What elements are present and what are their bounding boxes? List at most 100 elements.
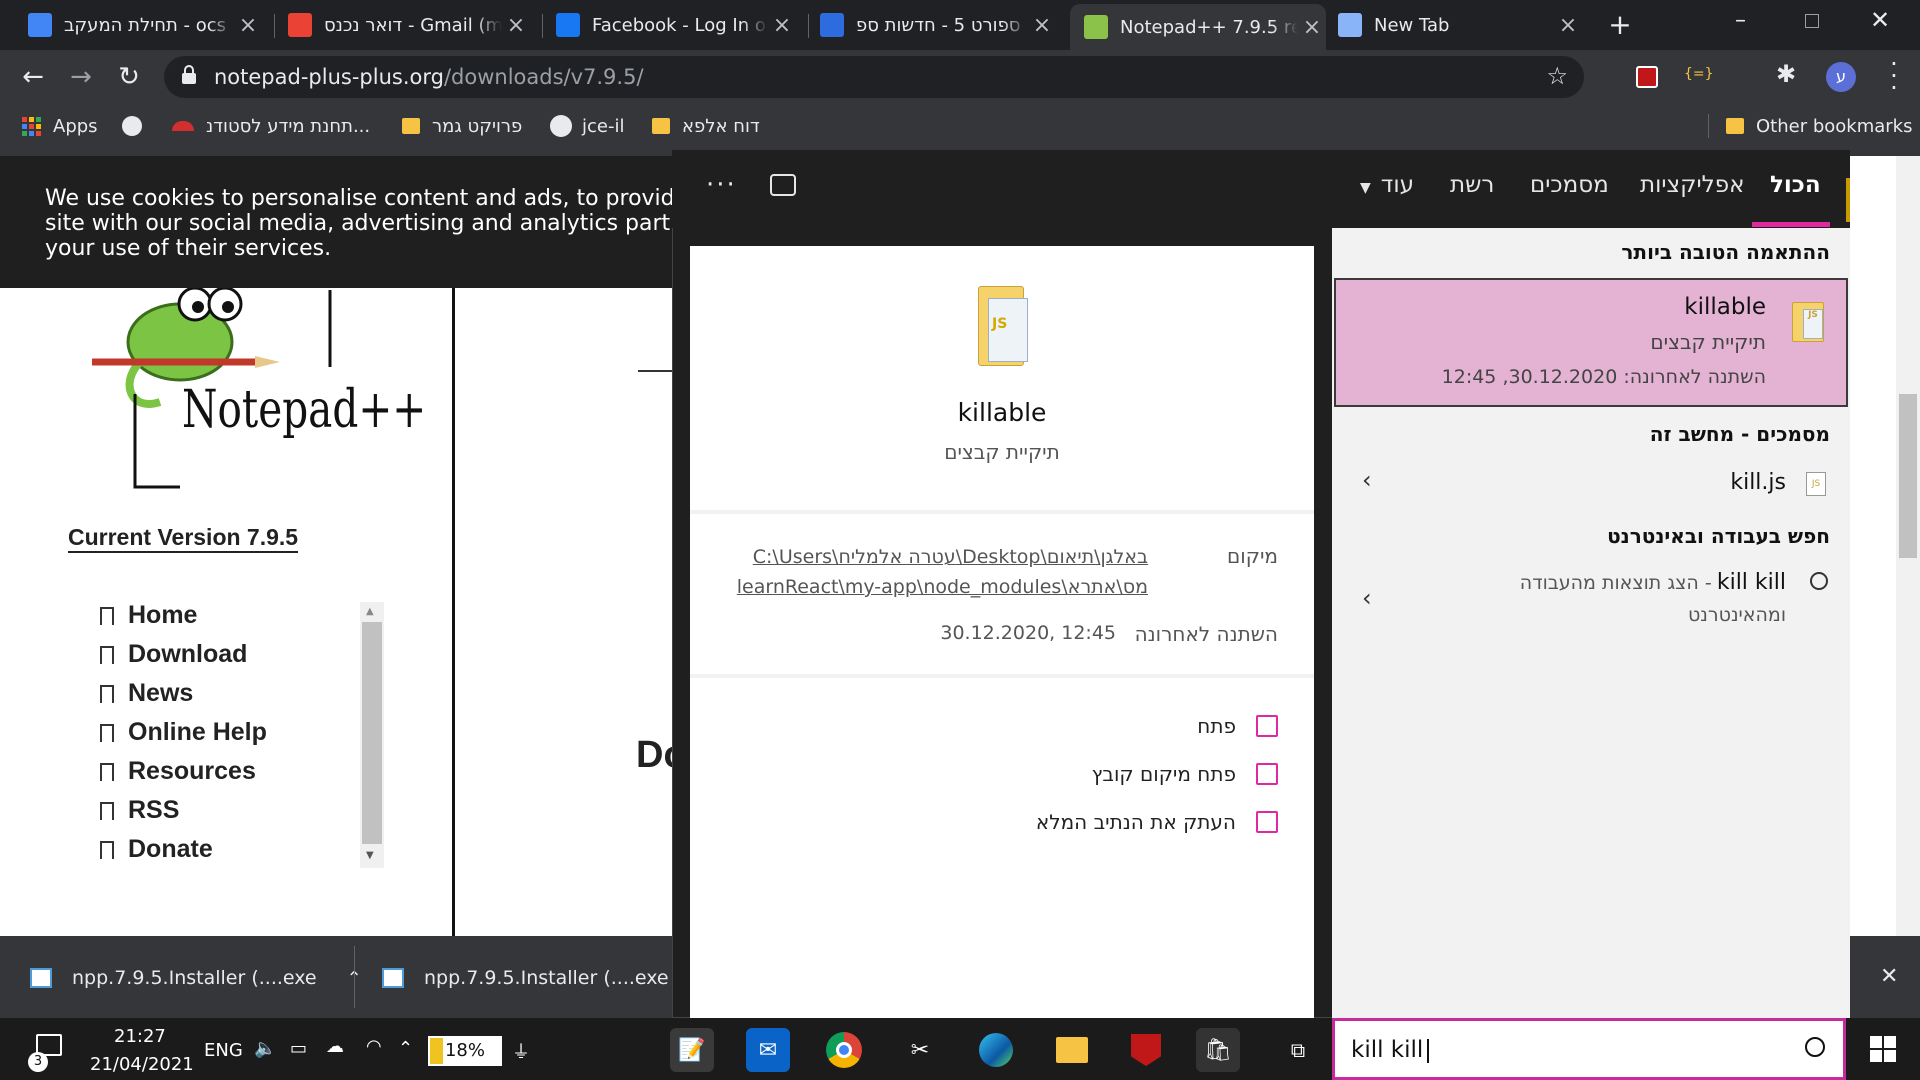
download-item[interactable]: npp.7.9.5.Installer (....exe ⌃ xyxy=(382,955,714,1001)
reload-button[interactable]: ↻ xyxy=(108,56,150,98)
logo-text: Notepad++ xyxy=(182,380,427,440)
nav-scrollbar[interactable]: ▲ ▼ xyxy=(360,602,384,868)
close-tab-icon[interactable]: × xyxy=(768,13,796,38)
nav-item-download[interactable]: Download xyxy=(100,635,340,674)
bookmark-item[interactable] xyxy=(122,110,142,142)
star-icon[interactable]: ☆ xyxy=(1546,62,1568,90)
mcafee-extension-icon[interactable] xyxy=(1636,66,1658,88)
task-view-icon[interactable]: ⧉ xyxy=(1276,1028,1320,1072)
nav-item-resources[interactable]: Resources xyxy=(100,752,340,791)
content-rule xyxy=(638,370,672,372)
browser-tab[interactable]: דואר נכנס - Gmail (m × xyxy=(288,6,530,44)
forward-button[interactable]: → xyxy=(60,56,102,98)
open-action[interactable]: פתח xyxy=(718,702,1278,750)
search-tab[interactable]: ▼ עוד xyxy=(1360,172,1414,198)
start-button[interactable] xyxy=(1870,1036,1896,1062)
bookmark-item[interactable]: תחנת מידע לסטודנ... xyxy=(172,110,370,142)
volume-icon[interactable]: 🔈 xyxy=(254,1038,276,1059)
clock-time[interactable]: 21:27 xyxy=(114,1026,166,1047)
snip-sketch-icon[interactable]: ✂ xyxy=(898,1028,942,1072)
cookie-line: your use of their services. xyxy=(45,236,332,261)
nav-item-online-help[interactable]: Online Help xyxy=(100,713,340,752)
search-tab[interactable]: הכול xyxy=(1770,172,1821,198)
nav-item-home[interactable]: Home xyxy=(100,596,340,635)
other-bookmarks[interactable]: Other bookmarks xyxy=(1726,110,1912,142)
divider xyxy=(690,510,1314,514)
nav-item-rss[interactable]: RSS xyxy=(100,791,340,830)
new-tab-button[interactable]: + xyxy=(1600,6,1640,44)
extensions-icon[interactable]: ✱ xyxy=(1776,60,1796,88)
nav-item-news[interactable]: News xyxy=(100,674,340,713)
copy-icon xyxy=(1256,811,1278,833)
browser-tab[interactable]: Facebook - Log In or × xyxy=(556,6,796,44)
search-input[interactable]: kill kill xyxy=(1332,1018,1846,1080)
show-hidden-icons[interactable]: ⌃ xyxy=(398,1038,413,1059)
close-tab-icon[interactable]: × xyxy=(234,13,262,38)
minimize-button[interactable]: – xyxy=(1735,8,1746,33)
tab-separator xyxy=(808,14,809,38)
mcafee-icon[interactable] xyxy=(1124,1028,1168,1072)
folder-location-icon xyxy=(1256,763,1278,785)
search-tab[interactable]: מסמכים xyxy=(1530,172,1609,198)
browser-tab[interactable]: Notepad++ 7.9.5 rel × xyxy=(1070,4,1326,50)
student-icon xyxy=(172,121,194,131)
notepad-plus-plus-icon[interactable]: 📝 xyxy=(670,1028,714,1072)
chrome-menu-icon[interactable]: · · · xyxy=(1888,52,1900,100)
open-icon xyxy=(1256,715,1278,737)
back-button[interactable]: ← xyxy=(12,56,54,98)
nav-item-donate[interactable]: Donate xyxy=(100,830,340,869)
battery-meter[interactable]: 18% xyxy=(428,1036,502,1066)
code-extension-icon[interactable]: {=} xyxy=(1684,66,1714,82)
docs-icon xyxy=(28,13,52,37)
language-indicator[interactable]: ENG xyxy=(204,1040,243,1061)
close-tab-icon[interactable]: × xyxy=(1554,13,1582,38)
mail-icon[interactable]: ✉ xyxy=(746,1028,790,1072)
feedback-icon[interactable] xyxy=(770,174,796,196)
profile-avatar[interactable]: ע xyxy=(1826,62,1856,92)
copy-full-path-action[interactable]: העתק את הנתיב המלא xyxy=(718,798,1278,846)
browser-tab[interactable]: New Tab × xyxy=(1338,6,1582,44)
close-tab-icon[interactable]: × xyxy=(1028,13,1056,38)
bookmark-item[interactable]: פרויקט גמר xyxy=(402,110,522,142)
chevron-left-icon[interactable]: ‹ xyxy=(1362,584,1372,612)
chevron-left-icon[interactable]: ‹ xyxy=(1362,466,1372,494)
battery-status-icon[interactable]: ▭ xyxy=(290,1038,307,1059)
best-match-result[interactable]: JS killable תיקיית קבצים השתנה לאחרונה: … xyxy=(1334,278,1848,407)
best-match-header: ההתאמה הטובה ביותר xyxy=(1621,240,1830,264)
more-options-icon[interactable]: ··· xyxy=(706,170,737,200)
globe-icon xyxy=(122,116,142,136)
bookmark-icon xyxy=(100,762,114,781)
active-tab-indicator xyxy=(1752,222,1830,227)
browser-tab[interactable]: ספורט 5 - חדשות ספ × xyxy=(820,6,1056,44)
search-tab[interactable]: אפליקציות xyxy=(1640,172,1744,198)
edge-icon[interactable] xyxy=(974,1028,1018,1072)
onedrive-icon[interactable]: ☁ xyxy=(326,1036,344,1057)
download-item[interactable]: npp.7.9.5.Installer (....exe ⌃ xyxy=(30,955,362,1001)
close-downloads-button[interactable]: ✕ xyxy=(1880,964,1898,989)
tab-separator xyxy=(542,14,543,38)
bookmark-item[interactable]: Apps xyxy=(22,110,98,142)
document-result[interactable]: ‹ JS kill.js xyxy=(1334,460,1848,508)
store-icon[interactable]: 🛍 xyxy=(1196,1028,1240,1072)
browser-tab[interactable]: תחילת המעקב - ocs × xyxy=(28,6,262,44)
wifi-icon[interactable]: ◠ xyxy=(366,1036,382,1057)
bookmark-item[interactable]: jce-il xyxy=(550,110,624,142)
restore-button[interactable] xyxy=(1805,14,1819,28)
bookmark-item[interactable]: דוח אלפא xyxy=(652,110,760,142)
current-version-link[interactable]: Current Version 7.9.5 xyxy=(68,524,299,553)
content-divider xyxy=(452,288,455,936)
open-file-location-action[interactable]: פתח מיקום קובץ xyxy=(718,750,1278,798)
page-scrollbar[interactable] xyxy=(1896,156,1920,936)
search-icon[interactable] xyxy=(1805,1037,1825,1057)
location-path[interactable]: C:\Users\עטרה אלמליח\Desktop\באלגן\תיאום… xyxy=(726,542,1148,602)
close-tab-icon[interactable]: × xyxy=(502,13,530,38)
search-tab[interactable]: רשת xyxy=(1450,172,1494,198)
file-explorer-icon[interactable] xyxy=(1050,1028,1094,1072)
close-window-button[interactable]: ✕ xyxy=(1870,6,1890,34)
web-search-result[interactable]: ‹ kill kill - הצג תוצאות מהעבודה ומהאינט… xyxy=(1334,564,1848,634)
clock-date[interactable]: 21/04/2021 xyxy=(90,1054,194,1075)
chrome-icon[interactable] xyxy=(822,1028,866,1072)
logo[interactable]: Notepad++ xyxy=(80,282,426,502)
close-tab-icon[interactable]: × xyxy=(1298,15,1326,40)
address-bar[interactable]: notepad-plus-plus.org/downloads/v7.9.5/ … xyxy=(164,56,1584,98)
